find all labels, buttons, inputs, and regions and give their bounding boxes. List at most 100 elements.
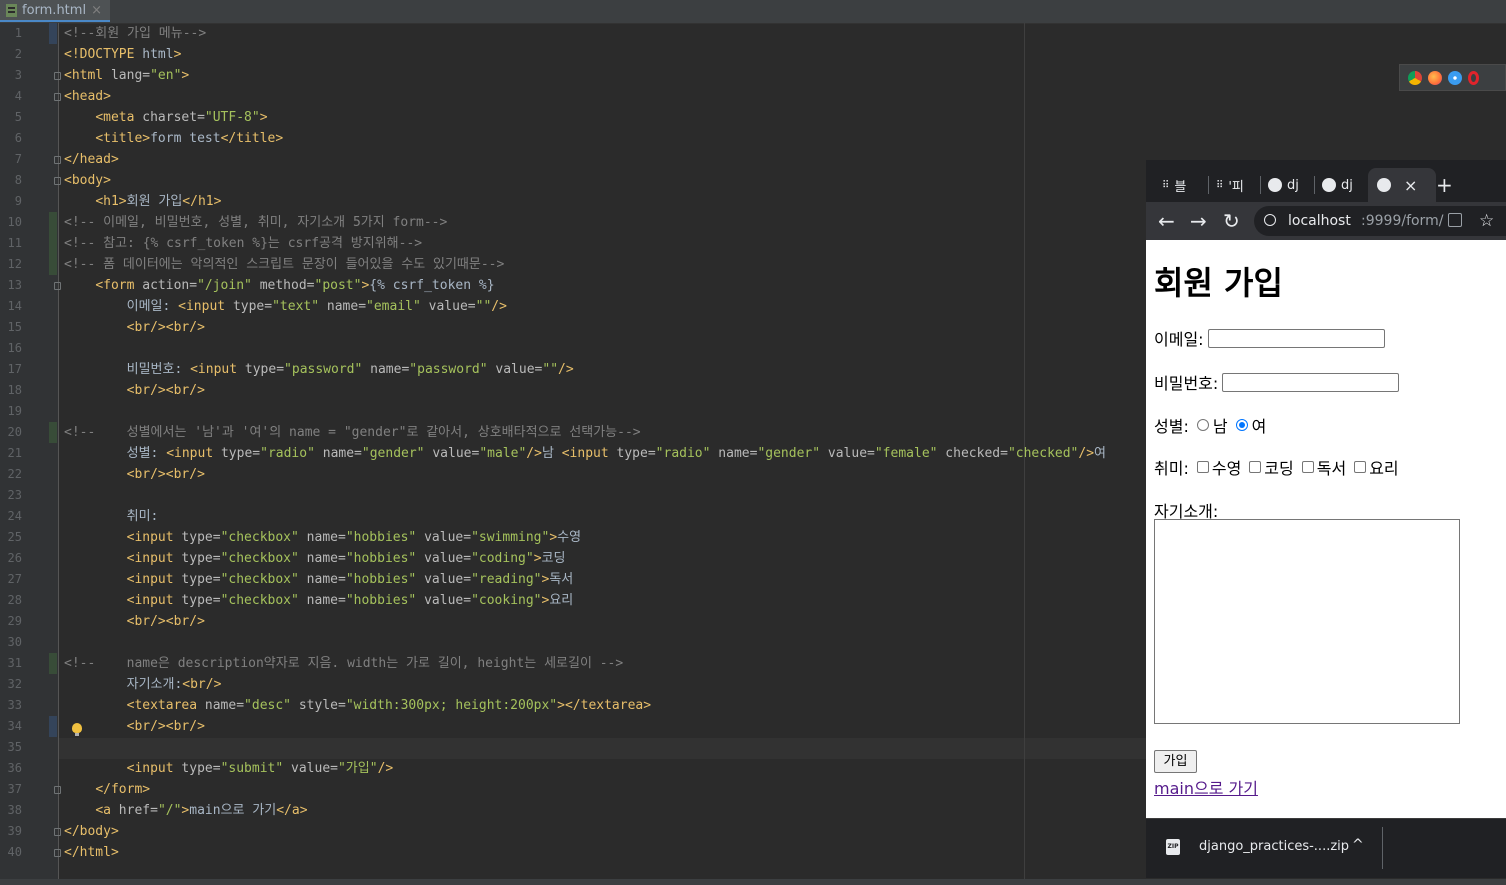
- code-token: >: [173, 47, 182, 62]
- reload-button[interactable]: ↻: [1223, 208, 1240, 234]
- code-line: <br/><br/>: [64, 464, 205, 485]
- browser-picker: [1399, 64, 1506, 91]
- chevron-up-icon[interactable]: ^: [1352, 837, 1364, 853]
- close-tab-icon[interactable]: ×: [1404, 176, 1417, 195]
- code-line: </head>: [64, 149, 119, 170]
- code-line: <head>: [64, 86, 111, 107]
- code-line: <textarea name="desc" style="width:300px…: [64, 695, 651, 716]
- swimming-checkbox[interactable]: [1196, 461, 1209, 473]
- code-line: <input type="submit" value="가입"/>: [64, 758, 394, 779]
- globe-icon: [1377, 178, 1391, 192]
- line-number: 11: [7, 236, 22, 250]
- email-label: 이메일:: [1154, 330, 1204, 349]
- hobby-label-coding: 코딩: [1264, 459, 1294, 478]
- code-token: >: [533, 551, 542, 566]
- code-line: 이메일: <input type="text" name="email" val…: [64, 296, 507, 317]
- github-icon: [1322, 178, 1336, 192]
- code-token: </a>: [276, 803, 308, 818]
- line-number-gutter: 1 2 3 4 5 6 7 8 9 10 11 12 13 14 15 16 17 18 19 20 21 22 23 24 2…: [0, 23, 61, 879]
- code-token: type=: [181, 593, 221, 608]
- line-number: 28: [7, 593, 22, 607]
- line-number: 5: [14, 110, 22, 124]
- safari-icon[interactable]: [1448, 70, 1462, 85]
- page-title: 회원 가입: [1154, 264, 1283, 302]
- line-number: 3: [14, 68, 22, 82]
- email-field[interactable]: [1207, 328, 1385, 348]
- code-token: />: [377, 761, 394, 776]
- code-token: type=: [232, 299, 273, 314]
- firefox-icon[interactable]: [1428, 70, 1442, 85]
- fold-marker-icon[interactable]: [54, 156, 61, 164]
- code-token: "UTF-8": [204, 110, 260, 125]
- tistory-icon: ⠿: [1162, 179, 1170, 191]
- code-token: "coding": [471, 551, 534, 566]
- code-line: <input type="checkbox" name="hobbies" va…: [64, 569, 574, 590]
- browser-tab-strip: ⠿ 블 ⠿ '피 dj dj × +: [1146, 160, 1506, 202]
- line-number: 4: [14, 89, 22, 103]
- editor-tab-form-html[interactable]: form.html ×: [0, 0, 110, 22]
- line-number: 33: [7, 698, 22, 712]
- code-editor[interactable]: <!--회원 가입 메뉴--> <!DOCTYPE html> <html lang…: [64, 23, 1144, 879]
- fold-marker-icon[interactable]: [54, 177, 61, 185]
- bookmark-star-icon[interactable]: ☆: [1479, 206, 1494, 236]
- new-tab-button[interactable]: +: [1436, 172, 1453, 198]
- main-link[interactable]: main으로 가기: [1154, 775, 1258, 799]
- intro-textarea[interactable]: [1154, 519, 1460, 724]
- code-token: "가입": [337, 761, 378, 776]
- fold-marker-icon[interactable]: [54, 72, 61, 80]
- opera-icon[interactable]: [1468, 70, 1479, 85]
- lightbulb-icon[interactable]: [72, 723, 82, 736]
- password-field[interactable]: [1222, 372, 1400, 392]
- vcs-change-marker: [49, 212, 57, 233]
- close-icon[interactable]: ×: [91, 3, 102, 18]
- code-token: "gender": [361, 446, 425, 461]
- reading-checkbox[interactable]: [1301, 461, 1314, 473]
- address-bar[interactable]: localhost :9999/form/ ☆: [1254, 206, 1506, 236]
- male-radio[interactable]: [1196, 419, 1209, 431]
- translate-icon[interactable]: [1448, 213, 1462, 227]
- info-icon[interactable]: [1264, 214, 1276, 226]
- coding-checkbox[interactable]: [1249, 461, 1262, 473]
- chrome-icon[interactable]: [1408, 70, 1422, 85]
- code-token: <!-- 이메일, 비밀번호, 성별, 취미, 자기소개 5가지 form-->: [64, 215, 448, 230]
- code-line: <h1>회원 가입</h1>: [64, 191, 221, 212]
- zip-file-icon: ZIP: [1166, 839, 1180, 855]
- code-token: 이메일:: [64, 299, 179, 314]
- code-token: name=: [298, 593, 346, 608]
- code-line: <input type="checkbox" name="hobbies" va…: [64, 527, 581, 548]
- code-token: name=: [204, 698, 245, 713]
- code-token: "en": [150, 68, 182, 83]
- fold-marker-icon[interactable]: [54, 828, 61, 836]
- code-token: <!-- 폼 데이터에는 악의적인 스크립트 문장이 들어있을 수도 있기때문-…: [64, 257, 505, 272]
- code-token: value=: [283, 761, 338, 776]
- browser-tab-active[interactable]: ×: [1377, 172, 1417, 198]
- browser-tab-3[interactable]: dj: [1268, 172, 1299, 198]
- line-number: 38: [7, 803, 22, 817]
- forward-button[interactable]: →: [1190, 208, 1207, 234]
- code-token: <br/>: [182, 677, 222, 692]
- code-token: 수영: [557, 530, 582, 545]
- browser-tab-label: 블: [1174, 179, 1187, 195]
- back-button[interactable]: ←: [1158, 208, 1175, 234]
- hobby-label-reading: 독서: [1316, 459, 1347, 478]
- browser-tab-1[interactable]: ⠿ 블: [1162, 172, 1186, 198]
- browser-window: ⠿ 블 ⠿ '피 dj dj × + ← → ↻ localhost :9999…: [1146, 160, 1506, 878]
- browser-tab-4[interactable]: dj: [1322, 172, 1353, 198]
- line-number: 22: [7, 467, 22, 481]
- code-line: 취미:: [64, 506, 159, 527]
- fold-marker-icon[interactable]: [54, 282, 61, 290]
- fold-marker-icon[interactable]: [54, 786, 61, 794]
- cooking-checkbox[interactable]: [1354, 461, 1367, 473]
- code-token: "": [475, 299, 492, 314]
- fold-marker-icon[interactable]: [54, 93, 61, 101]
- code-token: <head>: [64, 89, 111, 104]
- male-label: 남: [1212, 417, 1228, 436]
- browser-tab-2[interactable]: ⠿ '피: [1216, 172, 1244, 198]
- female-radio[interactable]: [1235, 419, 1248, 431]
- fold-marker-icon[interactable]: [54, 849, 61, 857]
- submit-button[interactable]: 가입: [1154, 750, 1197, 773]
- download-file-name[interactable]: django_practices-....zip: [1199, 839, 1349, 854]
